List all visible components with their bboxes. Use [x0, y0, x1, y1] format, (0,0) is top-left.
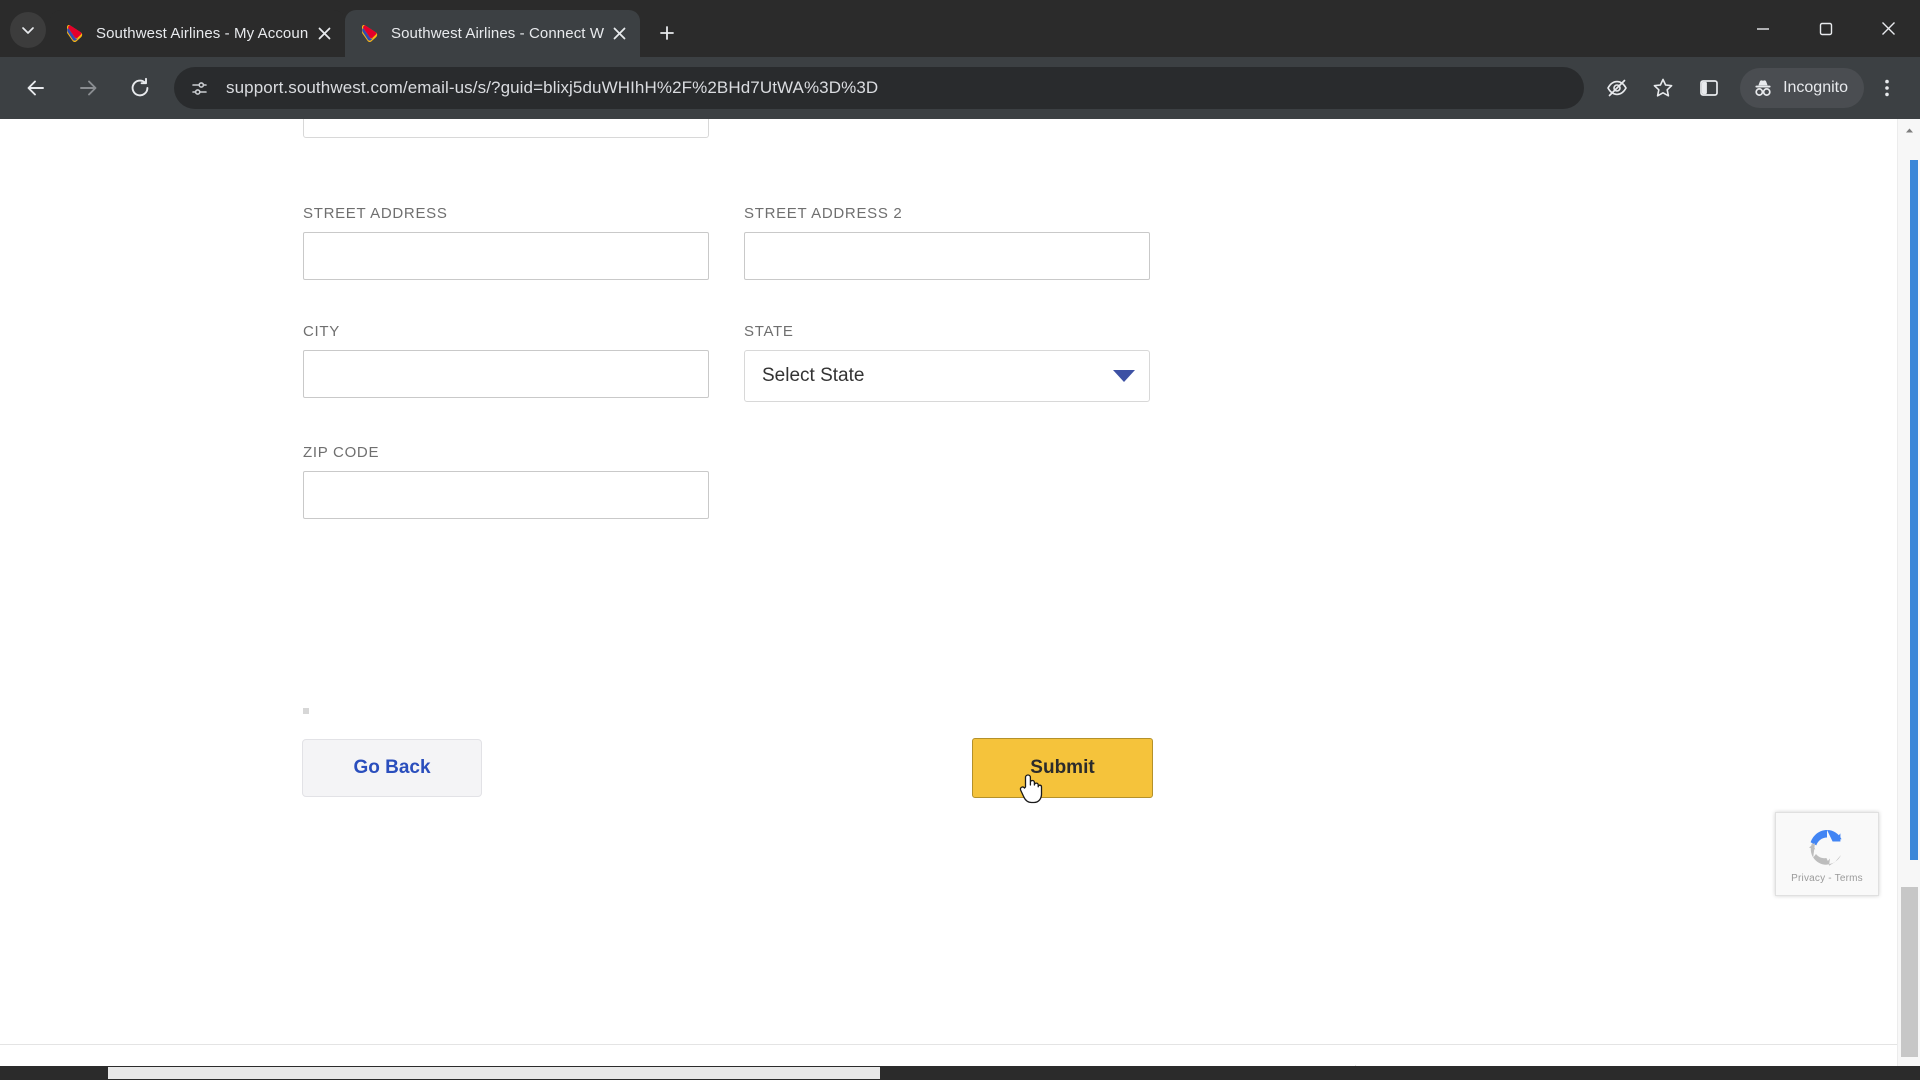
tracking-protection-button[interactable]	[1597, 68, 1637, 108]
chevron-down-icon	[1113, 370, 1135, 382]
street-address-input[interactable]	[303, 232, 709, 280]
country-select[interactable]: United States	[303, 119, 709, 138]
field-street-address: STREET ADDRESS	[303, 205, 709, 280]
back-button[interactable]	[15, 67, 57, 109]
street-address-2-input[interactable]	[744, 232, 1150, 280]
tab-close-button[interactable]	[606, 21, 632, 47]
recaptcha-privacy-terms[interactable]: Privacy - Terms	[1791, 873, 1863, 884]
minimize-button[interactable]	[1731, 0, 1794, 57]
field-street-address-2: STREET ADDRESS 2	[744, 205, 1150, 280]
field-label: STATE	[744, 323, 794, 340]
southwest-favicon	[64, 23, 85, 44]
browser-tab[interactable]: Southwest Airlines - Connect W	[345, 10, 640, 57]
scrollbar-thumb[interactable]	[1901, 887, 1918, 1057]
form-marker	[303, 708, 309, 714]
window-controls	[1731, 0, 1920, 57]
country-value: United States	[321, 119, 672, 123]
country-row-clipped: United States Home Business	[303, 119, 1603, 140]
new-tab-button[interactable]	[650, 16, 684, 50]
side-panel-icon	[1700, 80, 1718, 96]
scroll-up-button[interactable]	[1898, 119, 1920, 142]
incognito-label: Incognito	[1783, 79, 1848, 96]
bookmark-button[interactable]	[1643, 68, 1683, 108]
field-city: CITY	[303, 323, 709, 398]
recaptcha-badge[interactable]: Privacy - Terms	[1775, 812, 1879, 896]
reload-button[interactable]	[119, 67, 161, 109]
close-window-button[interactable]	[1857, 0, 1920, 57]
email-us-form-page: United States Home Business	[0, 119, 1897, 1080]
back-arrow-icon	[27, 80, 44, 96]
forward-arrow-icon	[80, 80, 97, 96]
incognito-hat-icon	[1755, 80, 1771, 96]
chevron-up-icon	[1906, 128, 1913, 133]
star-icon	[1653, 78, 1673, 97]
tab-close-button[interactable]	[311, 21, 337, 47]
address-bar[interactable]: support.southwest.com/email-us/s/?guid=b…	[174, 67, 1585, 109]
eye-slash-icon	[1607, 79, 1627, 97]
tab-title: Southwest Airlines - Connect W	[391, 25, 605, 42]
chrome-menu-button[interactable]	[1867, 68, 1907, 108]
field-label: ZIP CODE	[303, 444, 380, 461]
field-label: STREET ADDRESS	[303, 205, 448, 222]
page-focus-indicator	[1910, 160, 1918, 860]
go-back-button[interactable]: Go Back	[302, 739, 482, 797]
close-icon	[318, 27, 330, 40]
side-panel-button[interactable]	[1689, 68, 1729, 108]
state-select[interactable]: Select State	[744, 350, 1150, 402]
incognito-indicator[interactable]: Incognito	[1740, 68, 1864, 108]
minimize-icon	[1756, 27, 1769, 30]
city-input[interactable]	[303, 350, 709, 398]
chevron-down-icon	[22, 27, 34, 34]
maximize-button[interactable]	[1794, 0, 1857, 57]
plus-icon	[660, 26, 674, 40]
page-viewport: United States Home Business	[0, 119, 1920, 1080]
field-label: CITY	[303, 323, 340, 340]
maximize-icon	[1819, 22, 1832, 35]
recaptcha-icon	[1809, 830, 1842, 866]
browser-toolbar: support.southwest.com/email-us/s/?guid=b…	[0, 57, 1920, 119]
submit-button[interactable]: Submit	[972, 738, 1153, 798]
tab-search-button[interactable]	[10, 12, 46, 48]
url-text: support.southwest.com/email-us/s/?guid=b…	[226, 78, 879, 97]
tab-title: Southwest Airlines - My Accoun	[96, 25, 309, 42]
state-value: Select State	[762, 365, 865, 386]
close-icon	[613, 27, 625, 40]
field-label: STREET ADDRESS 2	[744, 205, 903, 222]
close-icon	[1882, 22, 1895, 35]
tab-strip: Southwest Airlines - My Accoun Southwest…	[0, 0, 1920, 57]
field-zip-code: ZIP CODE	[303, 444, 709, 519]
field-state: STATE Select State	[744, 323, 1150, 402]
zip-code-input[interactable]	[303, 471, 709, 519]
reload-icon	[131, 77, 149, 97]
browser-window: Southwest Airlines - My Accoun Southwest…	[0, 0, 1920, 1080]
browser-tab[interactable]: Southwest Airlines - My Accoun	[50, 10, 345, 57]
three-dot-menu-icon	[1885, 79, 1889, 97]
scrollbar-thumb[interactable]	[108, 1067, 880, 1079]
forward-button[interactable]	[67, 67, 109, 109]
site-settings-icon[interactable]	[182, 71, 216, 105]
horizontal-scrollbar[interactable]	[0, 1066, 1920, 1080]
southwest-favicon	[359, 23, 380, 44]
